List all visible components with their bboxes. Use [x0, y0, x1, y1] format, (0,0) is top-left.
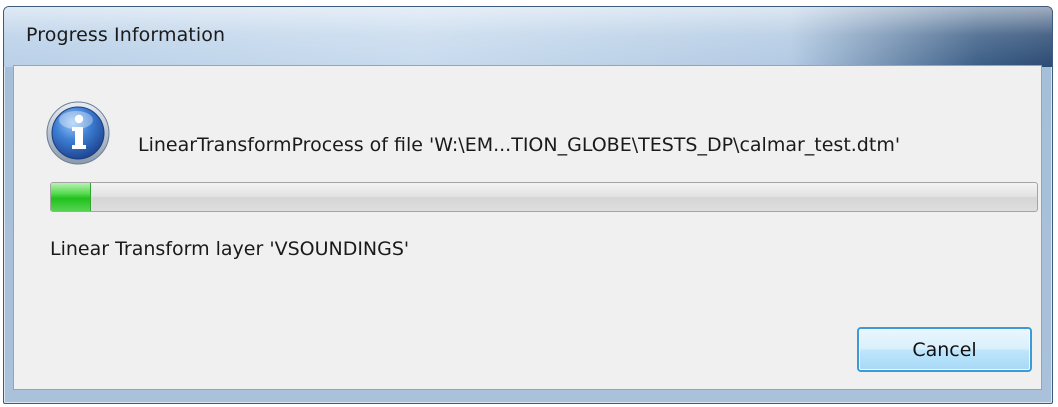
title-bar[interactable]: Progress Information	[4, 7, 1052, 67]
progress-bar	[50, 182, 1038, 212]
window-title: Progress Information	[26, 24, 226, 46]
cancel-button[interactable]: Cancel	[857, 327, 1032, 372]
dialog-content: LinearTransformProcess of file 'W:\EM...…	[13, 65, 1042, 390]
progress-dialog-window: Progress Information LinearTransformProc…	[3, 6, 1053, 404]
progress-bar-fill	[51, 183, 92, 211]
status-text: Linear Transform layer 'VSOUNDINGS'	[50, 238, 410, 260]
info-icon	[45, 100, 111, 166]
progress-message: LinearTransformProcess of file 'W:\EM...…	[138, 134, 901, 156]
